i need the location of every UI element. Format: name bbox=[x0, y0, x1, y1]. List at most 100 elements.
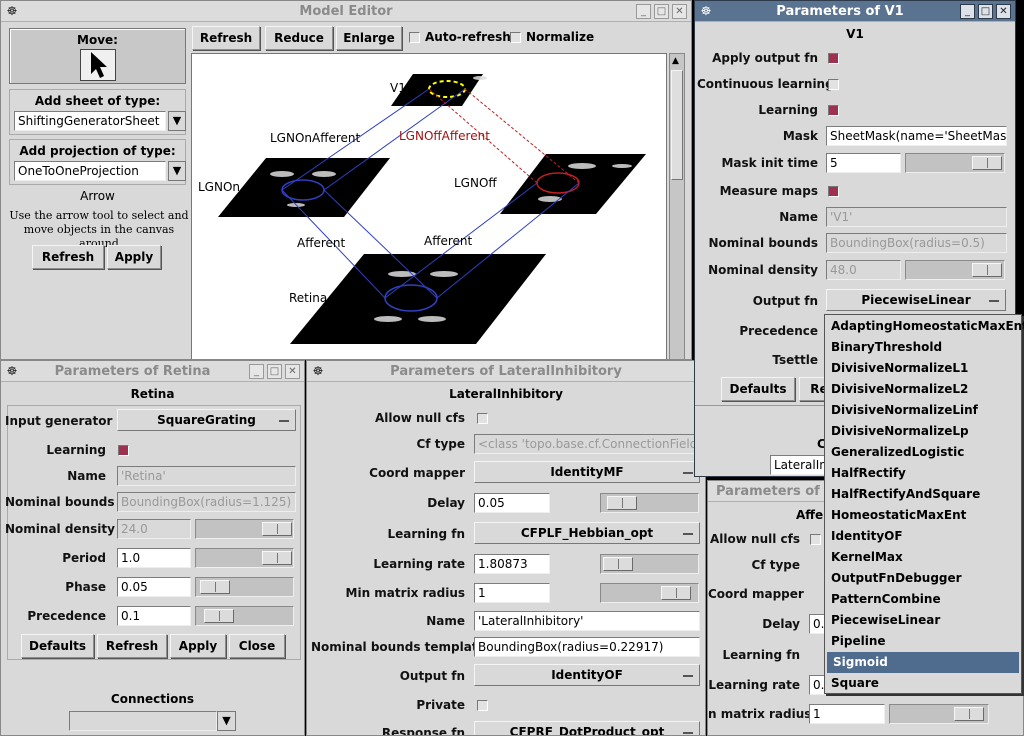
slider-thumb[interactable] bbox=[204, 609, 234, 623]
mask-init-time-field[interactable]: 5 bbox=[826, 153, 901, 173]
period-field[interactable]: 1.0 bbox=[117, 548, 191, 568]
close-icon[interactable]: ✕ bbox=[672, 4, 687, 19]
input-generator-dropdown[interactable]: SquareGrating bbox=[117, 409, 296, 431]
learning-fn-dropdown[interactable]: CFPLF_Hebbian_opt bbox=[474, 522, 700, 544]
phase-slider[interactable] bbox=[195, 577, 294, 597]
phase-field[interactable]: 0.05 bbox=[117, 577, 191, 597]
name-field[interactable]: 'LateralInhibitory' bbox=[474, 611, 700, 631]
min-matrix-radius-field[interactable]: 1 bbox=[809, 704, 885, 724]
arrow-tool-button[interactable] bbox=[80, 49, 116, 81]
output-fn-menu-item[interactable]: BinaryThreshold bbox=[825, 337, 1021, 358]
close-button[interactable]: Close bbox=[229, 634, 285, 658]
minimize-icon[interactable]: _ bbox=[960, 4, 975, 19]
delay-field[interactable]: 0.05 bbox=[474, 493, 550, 513]
learning-rate-slider[interactable] bbox=[600, 554, 699, 574]
coord-mapper-dropdown[interactable]: IdentityMF bbox=[474, 461, 700, 483]
connections-select[interactable]: LateralInh bbox=[770, 455, 830, 475]
maximize-icon[interactable]: □ bbox=[267, 364, 282, 379]
mask-init-time-slider[interactable] bbox=[905, 153, 1005, 173]
output-fn-dropdown[interactable]: IdentityOF bbox=[474, 664, 700, 686]
maximize-icon[interactable]: □ bbox=[978, 4, 993, 19]
tool-apply-button[interactable]: Apply bbox=[107, 245, 161, 269]
enlarge-button[interactable]: Enlarge bbox=[336, 26, 402, 50]
close-icon[interactable]: ✕ bbox=[285, 364, 300, 379]
output-fn-menu-item[interactable]: Pipeline bbox=[825, 631, 1021, 652]
sheet-type-select[interactable]: ShiftingGeneratorSheet bbox=[14, 111, 166, 131]
normalize-checkbox[interactable] bbox=[510, 32, 521, 43]
slider-thumb[interactable] bbox=[661, 586, 691, 600]
retina-params-titlebar[interactable]: ☸ Parameters of Retina _ □ ✕ bbox=[1, 361, 304, 382]
connections-select[interactable] bbox=[69, 711, 217, 731]
continuous-learning-checkbox[interactable] bbox=[828, 79, 839, 90]
output-fn-menu[interactable]: AdaptingHomeostaticMaxEnt BinaryThreshold… bbox=[824, 314, 1024, 694]
output-fn-menu-item[interactable]: HalfRectify bbox=[825, 463, 1021, 484]
slider-thumb[interactable] bbox=[954, 707, 984, 721]
close-icon[interactable]: ✕ bbox=[996, 4, 1011, 19]
slider-thumb[interactable] bbox=[603, 557, 633, 571]
tool-refresh-button[interactable]: Refresh bbox=[32, 245, 104, 269]
delay-slider[interactable] bbox=[600, 493, 699, 513]
output-fn-menu-item[interactable]: PatternCombine bbox=[825, 589, 1021, 610]
output-fn-menu-item[interactable]: AdaptingHomeostaticMaxEnt bbox=[825, 316, 1024, 337]
minimize-icon[interactable]: _ bbox=[249, 364, 264, 379]
output-fn-menu-item[interactable]: DivisiveNormalizeL1 bbox=[825, 358, 1021, 379]
minimize-icon[interactable]: _ bbox=[636, 4, 651, 19]
mask-field[interactable]: SheetMask(name='SheetMask0( bbox=[826, 126, 1007, 146]
projection-type-select[interactable]: OneToOneProjection bbox=[14, 161, 166, 181]
maximize-icon[interactable]: □ bbox=[654, 4, 669, 19]
sheet-type-dropdown-button[interactable]: ▼ bbox=[168, 111, 186, 131]
canvas-vertical-scrollbar[interactable]: ▲ bbox=[669, 53, 685, 359]
output-fn-dropdown[interactable]: PiecewiseLinear bbox=[826, 289, 1006, 311]
lgnoff-sheet[interactable] bbox=[500, 154, 646, 214]
model-editor-titlebar[interactable]: ☸ Model Editor _ □ ✕ bbox=[1, 1, 691, 22]
learning-checkbox[interactable] bbox=[828, 105, 839, 116]
learning-rate-field[interactable]: 1.80873 bbox=[474, 554, 550, 574]
min-matrix-radius-slider[interactable] bbox=[889, 704, 989, 724]
v1-params-titlebar[interactable]: ☸ Parameters of V1 _ □ ✕ bbox=[695, 1, 1015, 22]
output-fn-menu-item[interactable]: GeneralizedLogistic bbox=[825, 442, 1021, 463]
slider-thumb[interactable] bbox=[200, 580, 230, 594]
allow-null-cfs-checkbox[interactable] bbox=[477, 413, 488, 424]
refresh-button[interactable]: Refresh bbox=[192, 26, 260, 50]
apply-output-fn-checkbox[interactable] bbox=[828, 53, 839, 64]
period-slider[interactable] bbox=[195, 548, 294, 568]
min-matrix-radius-field[interactable]: 1 bbox=[474, 583, 550, 603]
output-fn-menu-item[interactable]: IdentityOF bbox=[825, 526, 1021, 547]
output-fn-menu-item[interactable]: DivisiveNormalizeL2 bbox=[825, 379, 1021, 400]
slider-thumb[interactable] bbox=[607, 496, 637, 510]
retina-sheet[interactable] bbox=[290, 254, 546, 344]
output-fn-menu-item[interactable]: Square bbox=[825, 673, 1021, 694]
lgnon-sheet[interactable] bbox=[218, 158, 390, 217]
precedence-field[interactable]: 0.1 bbox=[117, 606, 191, 626]
min-matrix-radius-slider[interactable] bbox=[600, 583, 699, 603]
private-checkbox[interactable] bbox=[477, 700, 488, 711]
output-fn-menu-item[interactable]: HomeostaticMaxEnt bbox=[825, 505, 1021, 526]
defaults-button[interactable]: Defaults bbox=[721, 377, 795, 401]
auto-refresh-checkbox[interactable] bbox=[409, 32, 420, 43]
allow-null-cfs-checkbox[interactable] bbox=[810, 534, 821, 545]
output-fn-menu-item[interactable]: HalfRectifyAndSquare bbox=[825, 484, 1021, 505]
defaults-button[interactable]: Defaults bbox=[21, 634, 94, 658]
scrollbar-thumb[interactable] bbox=[671, 70, 683, 180]
learning-checkbox[interactable] bbox=[118, 445, 129, 456]
output-fn-menu-item[interactable]: PiecewiseLinear bbox=[825, 610, 1021, 631]
slider-thumb[interactable] bbox=[972, 156, 1002, 170]
output-fn-menu-item[interactable]: DivisiveNormalizeLinf bbox=[825, 400, 1021, 421]
lateral-params-titlebar[interactable]: ☸ Parameters of LateralInhibitory bbox=[307, 361, 705, 382]
precedence-slider[interactable] bbox=[195, 606, 294, 626]
output-fn-menu-item[interactable]: DivisiveNormalizeLp bbox=[825, 421, 1021, 442]
model-canvas[interactable]: V1 LGNOnAfferent LGNOffAfferent LGNOn LG… bbox=[191, 53, 667, 359]
output-fn-menu-item[interactable]: Sigmoid bbox=[827, 652, 1019, 673]
refresh-button[interactable]: Refresh bbox=[97, 634, 167, 658]
output-fn-menu-item[interactable]: OutputFnDebugger bbox=[825, 568, 1021, 589]
projection-type-dropdown-button[interactable]: ▼ bbox=[168, 161, 186, 181]
connections-dropdown-button[interactable]: ▼ bbox=[217, 711, 236, 731]
scroll-up-icon[interactable]: ▲ bbox=[672, 56, 679, 66]
nominal-bounds-template-field[interactable]: BoundingBox(radius=0.22917) bbox=[474, 637, 700, 657]
reduce-button[interactable]: Reduce bbox=[265, 26, 333, 50]
slider-thumb[interactable] bbox=[262, 551, 292, 565]
apply-button[interactable]: Apply bbox=[170, 634, 226, 658]
measure-maps-checkbox[interactable] bbox=[828, 186, 839, 197]
output-fn-menu-item[interactable]: KernelMax bbox=[825, 547, 1021, 568]
response-fn-dropdown[interactable]: CFPRF_DotProduct_opt bbox=[474, 721, 700, 735]
